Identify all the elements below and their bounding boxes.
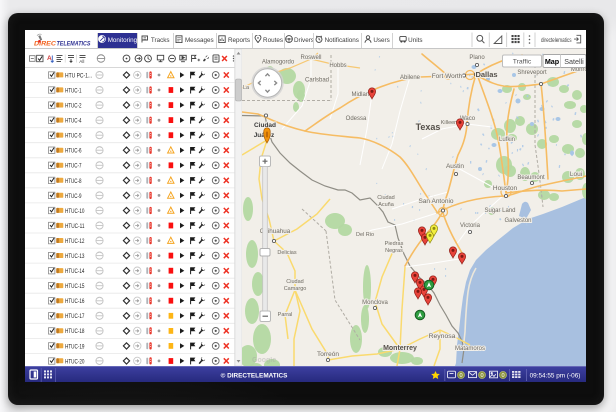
svg-text:Killeen: Killeen: [441, 120, 458, 126]
svg-text:DiREC: DiREC: [34, 41, 56, 48]
svg-text:HTUC-20: HTUC-20: [65, 358, 85, 365]
svg-text:HTUC-2: HTUC-2: [65, 103, 82, 110]
svg-text:Map: Map: [545, 57, 560, 66]
svg-text:© DIRECTELEMATICS: © DIRECTELEMATICS: [221, 372, 288, 380]
svg-text:San Antonio: San Antonio: [418, 198, 453, 205]
svg-text:HTUC-19: HTUC-19: [65, 343, 85, 350]
svg-text:Odessa: Odessa: [346, 116, 367, 122]
svg-text:Loui: Loui: [570, 171, 582, 178]
svg-text:Galveston: Galveston: [504, 218, 531, 224]
svg-text:Hobbs: Hobbs: [329, 63, 346, 69]
svg-text:Acuña: Acuña: [378, 202, 395, 208]
svg-text:09:54:55 pm (-06): 09:54:55 pm (-06): [530, 372, 581, 379]
svg-text:Fort Worth: Fort Worth: [432, 73, 463, 80]
svg-text:La: La: [243, 85, 250, 91]
svg-text:HTUC-12: HTUC-12: [65, 238, 85, 245]
svg-text:HTUC-6: HTUC-6: [65, 148, 82, 155]
svg-text:HTUC-8: HTUC-8: [65, 178, 82, 185]
svg-text:Austin: Austin: [446, 163, 464, 170]
svg-text:HTUC-7: HTUC-7: [65, 163, 82, 170]
svg-text:Monterrey: Monterrey: [383, 345, 417, 352]
svg-text:Beaumont: Beaumont: [517, 175, 545, 181]
svg-text:Carlsbad: Carlsbad: [305, 78, 329, 84]
svg-text:Del Rio: Del Rio: [356, 232, 374, 238]
svg-text:Roswell: Roswell: [300, 55, 321, 61]
svg-text:TELEMATICS: TELEMATICS: [57, 41, 91, 48]
svg-text:directelematics: directelematics: [541, 37, 572, 44]
svg-text:Matamoros: Matamoros: [455, 346, 485, 352]
svg-text:Ciudad: Ciudad: [286, 279, 303, 285]
svg-text:Abilene: Abilene: [400, 75, 421, 81]
svg-text:Shreveport: Shreveport: [517, 70, 547, 76]
svg-text:Texas: Texas: [416, 122, 441, 132]
svg-text:Delicias: Delicias: [277, 250, 297, 256]
svg-text:All: All: [79, 59, 84, 64]
svg-text:HTUC-5: HTUC-5: [65, 133, 82, 140]
svg-text:Google: Google: [252, 357, 276, 364]
svg-text:HTU PC-1...: HTU PC-1...: [65, 72, 92, 79]
svg-text:Houston: Houston: [493, 185, 518, 192]
svg-text:HTUC-16: HTUC-16: [65, 298, 85, 305]
svg-text:Camargo: Camargo: [284, 286, 307, 292]
svg-text:Ciudad: Ciudad: [377, 195, 394, 201]
svg-text:Alamogordo: Alamogordo: [262, 60, 295, 66]
svg-text:0: 0: [480, 373, 483, 379]
svg-text:HTUC-15: HTUC-15: [65, 283, 85, 290]
svg-text:Victoria: Victoria: [460, 223, 481, 229]
svg-text:Piedras: Piedras: [385, 241, 404, 247]
svg-text:Traffic: Traffic: [513, 59, 532, 66]
svg-text:Sugar Land: Sugar Land: [484, 208, 515, 214]
svg-text:HTUC-14: HTUC-14: [65, 268, 85, 275]
svg-text:Plano: Plano: [469, 55, 485, 61]
svg-text:HTUC-18: HTUC-18: [65, 328, 85, 335]
svg-text:Monclova: Monclova: [362, 300, 388, 306]
svg-text:Negras: Negras: [385, 248, 403, 254]
svg-text:0: 0: [459, 373, 462, 379]
svg-text:0: 0: [501, 373, 504, 379]
svg-text:Satelli: Satelli: [564, 57, 584, 66]
svg-text:Parral: Parral: [278, 312, 293, 318]
svg-text:Dallas: Dallas: [475, 70, 497, 79]
svg-text:HTUC-1: HTUC-1: [65, 87, 82, 94]
svg-text:HTUC-9: HTUC-9: [65, 193, 82, 200]
svg-text:HTUC-4: HTUC-4: [65, 118, 82, 125]
svg-text:Lufkin: Lufkin: [499, 137, 515, 143]
svg-text:HTUC-10: HTUC-10: [65, 208, 85, 215]
svg-text:Torreón: Torreón: [317, 351, 339, 358]
svg-text:Reynosa: Reynosa: [429, 333, 456, 340]
svg-text:HTUC-17: HTUC-17: [65, 313, 85, 320]
svg-text:HTUC-13: HTUC-13: [65, 253, 85, 260]
svg-text:HTUC-11: HTUC-11: [65, 223, 85, 230]
